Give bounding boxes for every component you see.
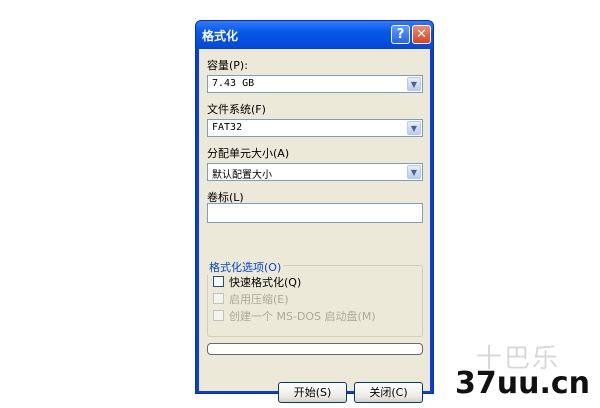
- quick-format-label[interactable]: 快速格式化(Q): [229, 274, 301, 290]
- watermark-site: 37uu.cn: [455, 366, 590, 401]
- chevron-down-icon[interactable]: ▼: [407, 165, 421, 179]
- format-dialog: 格式化 ? ✕ 容量(P): 7.43 GB ▼ 文件系统(F) FAT32 ▼…: [195, 20, 434, 403]
- close-button[interactable]: 关闭(C): [354, 382, 423, 403]
- start-button[interactable]: 开始(S): [278, 382, 347, 403]
- chevron-down-icon[interactable]: ▼: [407, 121, 421, 135]
- filesystem-value: FAT32: [212, 122, 243, 133]
- filesystem-label: 文件系统(F): [207, 103, 266, 116]
- dialog-title: 格式化: [202, 29, 239, 43]
- quick-format-checkbox[interactable]: [213, 276, 224, 287]
- title-bar[interactable]: 格式化 ? ✕: [196, 21, 433, 49]
- volume-label-input[interactable]: [207, 203, 423, 223]
- msdos-disk-checkbox: [213, 310, 224, 321]
- unit-size-label: 分配单元大小(A): [207, 147, 290, 160]
- capacity-label: 容量(P):: [207, 59, 248, 72]
- chevron-down-icon[interactable]: ▼: [407, 77, 421, 91]
- unit-size-select[interactable]: 默认配置大小 ▼: [207, 163, 423, 181]
- filesystem-select[interactable]: FAT32 ▼: [207, 119, 423, 137]
- capacity-select[interactable]: 7.43 GB ▼: [207, 75, 423, 93]
- compression-label: 启用压缩(E): [229, 293, 289, 306]
- dialog-body: 容量(P): 7.43 GB ▼ 文件系统(F) FAT32 ▼ 分配单元大小(…: [199, 49, 430, 403]
- unit-size-value: 默认配置大小: [212, 170, 272, 181]
- capacity-value: 7.43 GB: [212, 78, 255, 89]
- close-window-button[interactable]: ✕: [412, 25, 431, 44]
- progress-bar: [207, 343, 423, 355]
- msdos-disk-label: 创建一个 MS-DOS 启动盘(M): [229, 310, 376, 323]
- format-options-title: 格式化选项(O): [207, 259, 284, 275]
- compression-checkbox: [213, 293, 224, 304]
- help-button[interactable]: ?: [391, 25, 410, 44]
